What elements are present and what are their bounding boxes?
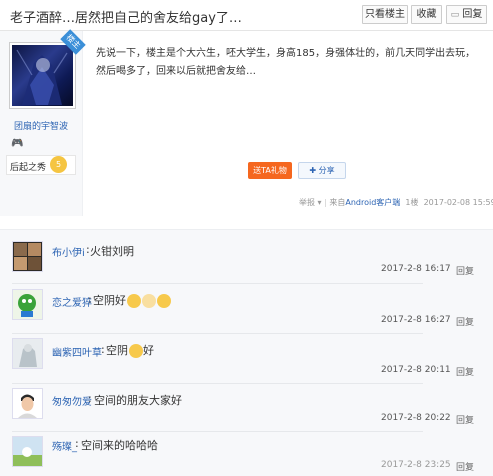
- owner-only-button[interactable]: 只看楼主: [362, 5, 408, 24]
- reply-avatar[interactable]: [12, 289, 43, 320]
- reply-avatar[interactable]: [12, 241, 43, 272]
- reply-text: 空阴好: [93, 292, 171, 308]
- reply-time: 2017-2-8 20:22: [381, 413, 451, 423]
- share-label: 分享: [318, 166, 335, 175]
- chevron-down-icon: ▾: [317, 198, 322, 207]
- reply-colon: :: [75, 437, 79, 450]
- share-button[interactable]: ✚ 分享: [298, 162, 346, 179]
- source-prefix: 来自: [329, 198, 346, 207]
- peace-hand-emoji-icon: [142, 294, 156, 308]
- reply-colon: :: [101, 343, 105, 356]
- reply-button[interactable]: ▭ 回复: [446, 5, 487, 24]
- post-content: 先说一下，楼主是个大六生，呸大学生，身高185，身强体壮的，前几天同学出去玩，然…: [96, 48, 476, 77]
- smile-emoji-icon: [127, 294, 141, 308]
- reply-username[interactable]: 殇璨_: [52, 438, 77, 453]
- reply-username[interactable]: 恋之爱猝: [52, 294, 92, 309]
- reply-link[interactable]: 回复: [456, 413, 474, 426]
- author-name[interactable]: 团扇的宇智波: [14, 119, 68, 132]
- reply-username[interactable]: 匆匆勿爱: [52, 393, 92, 408]
- reply-text: 空间来的哈哈哈: [81, 439, 158, 452]
- avatar-image: [12, 45, 73, 106]
- reply-time: 2017-2-8 20:11: [381, 365, 451, 375]
- reply-divider: [12, 383, 423, 384]
- reply-button-label: 回复: [462, 9, 483, 20]
- reply-divider: [12, 333, 423, 334]
- reply-avatar[interactable]: [12, 388, 43, 419]
- plus-icon: ✚: [309, 166, 317, 175]
- floor-number: 1楼: [405, 198, 419, 207]
- favorite-button[interactable]: 收藏: [411, 5, 442, 24]
- level-icon: 🎮: [11, 138, 24, 149]
- comment-icon: ▭: [450, 10, 460, 20]
- reply-link[interactable]: 回复: [456, 315, 474, 328]
- author-avatar[interactable]: [9, 42, 76, 109]
- reply-text-b: 好: [143, 344, 154, 357]
- reply-time: 2017-2-8 23:25: [381, 460, 451, 470]
- post-meta: 举报 ▾ | 来自Android客户端 1楼 2017-02-08 15:59 …: [299, 197, 493, 208]
- reply-link[interactable]: 回复: [456, 365, 474, 378]
- thread-title: 老子酒醉…居然把自己的舍友给gay了…: [10, 11, 242, 26]
- report-link[interactable]: 举报: [299, 198, 315, 207]
- reply-divider: [12, 283, 423, 284]
- reply-time: 2017-2-8 16:27: [381, 315, 451, 325]
- reply-link[interactable]: 回复: [456, 460, 474, 473]
- reply-text: 空阴 好: [106, 342, 154, 358]
- send-gift-button[interactable]: 送TA礼物: [248, 162, 292, 179]
- reply-colon: :: [88, 293, 92, 306]
- reply-colon: :: [88, 392, 92, 405]
- reply-divider: [12, 431, 423, 432]
- laugh-emoji-icon: [129, 344, 143, 358]
- source-link[interactable]: Android客户端: [345, 198, 400, 207]
- reply-avatar[interactable]: [12, 338, 43, 369]
- reply-username[interactable]: 布小伊i: [52, 244, 85, 259]
- reply-avatar[interactable]: [12, 436, 43, 467]
- rank-label: 后起之秀: [10, 163, 47, 173]
- rank-medal-icon: 5: [50, 156, 67, 173]
- reply-text-a: 空阴: [106, 344, 128, 357]
- reply-text-body: 空阴好: [93, 294, 126, 307]
- reply-text: 火钳刘明: [90, 245, 134, 258]
- reply-link[interactable]: 回复: [456, 264, 474, 277]
- post-time: 2017-02-08 15:59: [423, 198, 493, 207]
- reply-text: 空间的朋友大家好: [94, 394, 182, 407]
- reply-username[interactable]: 幽紫四叶草: [52, 344, 102, 359]
- grin-emoji-icon: [157, 294, 171, 308]
- reply-time: 2017-2-8 16:17: [381, 264, 451, 274]
